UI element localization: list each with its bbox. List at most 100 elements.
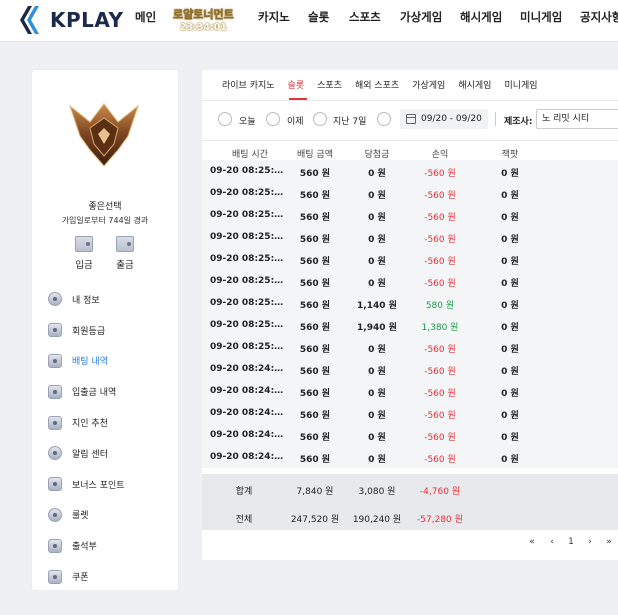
sidebar-item-attendance[interactable]: 출석부 xyxy=(48,530,176,561)
nav-slot[interactable]: 슬롯 xyxy=(308,9,329,25)
prev-page-button[interactable]: ‹ xyxy=(545,537,559,547)
cell-profit-loss: -560 원 xyxy=(424,191,456,201)
nav-hash-game[interactable]: 해시게임 xyxy=(460,9,502,25)
cell-bet-time: 09-20 08:25:… xyxy=(210,320,284,330)
provider-select[interactable]: 노 리밋 시티 xyxy=(536,109,618,129)
tab-slot[interactable]: 슬롯 xyxy=(288,78,305,98)
cell-bet-time: 09-20 08:24:… xyxy=(210,430,284,440)
wallet-icon xyxy=(75,236,93,252)
cell-bet-time: 09-20 08:25:… xyxy=(210,276,284,286)
radio-custom-range[interactable] xyxy=(377,112,391,126)
cell-bet-time: 09-20 08:25:… xyxy=(210,210,284,220)
deposit-label: 입금 xyxy=(75,260,93,271)
cell-bet-amount: 560 원 xyxy=(299,235,331,245)
sidebar-item-notifications[interactable]: 알림 센터 xyxy=(48,438,176,469)
member-days: 가입일로부터 744일 경과 xyxy=(61,216,149,225)
sidebar-item-bonus-points[interactable]: 보너스 포인트 xyxy=(48,469,176,500)
cell-win-amount: 0 원 xyxy=(368,345,386,355)
radio-last-7-days[interactable] xyxy=(313,112,327,126)
first-page-button[interactable]: « xyxy=(525,537,539,547)
col-bet-time: 배팅 시간 xyxy=(232,150,268,160)
cell-profit-loss: -560 원 xyxy=(424,257,456,267)
sidebar-item-member-grade[interactable]: 회원등급 xyxy=(48,315,176,346)
cell-profit-loss: 1,380 원 xyxy=(421,323,459,333)
referral-icon xyxy=(48,415,62,430)
tab-sports[interactable]: 스포츠 xyxy=(317,78,342,98)
cell-win-amount: 0 원 xyxy=(368,367,386,377)
withdraw-button[interactable]: 출금 xyxy=(113,236,137,271)
nav-virtual-game[interactable]: 가상게임 xyxy=(400,9,442,25)
cell-bet-amount: 560 원 xyxy=(299,411,331,421)
cell-profit-loss: 580 원 xyxy=(425,301,455,311)
cell-jackpot: 0 원 xyxy=(501,455,519,465)
sidebar-item-roulette[interactable]: 룰렛 xyxy=(48,500,176,531)
total-bet: 247,520 원 xyxy=(290,515,340,525)
logo-text: KPLAY xyxy=(50,8,124,32)
sidebar-item-bet-history[interactable]: 배팅 내역 xyxy=(48,346,176,377)
radio-today-label: 오늘 xyxy=(239,117,256,127)
table-row: 09-20 08:25:… 560 원 0 원 -560 원 0 원 xyxy=(202,182,618,204)
sidebar-item-my-info[interactable]: 내 정보 xyxy=(48,284,176,315)
cell-jackpot: 0 원 xyxy=(501,433,519,443)
sidebar-item-coupon[interactable]: 쿠폰 xyxy=(48,561,176,592)
cell-win-amount: 0 원 xyxy=(368,389,386,399)
tab-mini-game[interactable]: 미니게임 xyxy=(504,78,537,98)
cell-bet-time: 09-20 08:24:… xyxy=(210,408,284,418)
tab-overseas-sports[interactable]: 해외 스포츠 xyxy=(355,78,399,98)
table-row: 09-20 08:25:… 560 원 0 원 -560 원 0 원 xyxy=(202,270,618,292)
next-page-button[interactable]: › xyxy=(583,537,597,547)
cell-profit-loss: -560 원 xyxy=(424,389,456,399)
nav-notice[interactable]: 공지사항 xyxy=(580,9,618,25)
cell-jackpot: 0 원 xyxy=(501,191,519,201)
cell-win-amount: 0 원 xyxy=(368,257,386,267)
tabs-divider xyxy=(202,100,618,101)
cell-jackpot: 0 원 xyxy=(501,367,519,377)
date-range-picker[interactable]: 09/20 - 09/20 xyxy=(400,109,488,129)
table-row: 09-20 08:24:… 560 원 0 원 -560 원 0 원 xyxy=(202,446,618,468)
table-row: 09-20 08:25:… 560 원 0 원 -560 원 0 원 xyxy=(202,248,618,270)
rank-badge-icon xyxy=(68,103,140,167)
user-icon xyxy=(48,292,62,307)
nav-royal-tournament[interactable]: 로얄토너먼트 23:34:01 xyxy=(173,8,234,34)
cell-jackpot: 0 원 xyxy=(501,345,519,355)
cell-bet-amount: 560 원 xyxy=(299,345,331,355)
table-row: 09-20 08:25:… 560 원 0 원 -560 원 0 원 xyxy=(202,226,618,248)
filter-divider xyxy=(495,112,496,126)
kplay-logo[interactable]: KPLAY xyxy=(18,2,123,38)
total-win: 190,240 원 xyxy=(352,515,402,525)
radio-yesterday[interactable] xyxy=(266,112,280,126)
col-jackpot: 잭팟 xyxy=(501,150,519,160)
tab-virtual-game[interactable]: 가상게임 xyxy=(412,78,445,98)
tab-hash-game[interactable]: 해시게임 xyxy=(458,78,491,98)
cell-bet-time: 09-20 08:25:… xyxy=(210,342,284,352)
cell-bet-time: 09-20 08:24:… xyxy=(210,364,284,374)
tab-live-casino[interactable]: 라이브 카지노 xyxy=(222,78,275,98)
last-page-button[interactable]: » xyxy=(602,537,616,547)
cell-win-amount: 1,940 원 xyxy=(357,323,397,333)
page-1-button[interactable]: 1 xyxy=(564,537,578,547)
cell-jackpot: 0 원 xyxy=(501,169,519,179)
nav-mini-game[interactable]: 미니게임 xyxy=(520,9,562,25)
table-row: 09-20 08:24:… 560 원 0 원 -560 원 0 원 xyxy=(202,358,618,380)
cell-jackpot: 0 원 xyxy=(501,389,519,399)
nav-casino[interactable]: 카지노 xyxy=(258,9,290,25)
nav-main[interactable]: 메인 xyxy=(135,9,156,25)
cell-bet-time: 09-20 08:25:… xyxy=(210,188,284,198)
cell-bet-amount: 560 원 xyxy=(299,257,331,267)
cell-win-amount: 0 원 xyxy=(368,433,386,443)
sidebar-item-transactions[interactable]: 입출금 내역 xyxy=(48,376,176,407)
nav-sports[interactable]: 스포츠 xyxy=(349,9,381,25)
cell-bet-amount: 560 원 xyxy=(299,323,331,333)
sidebar-item-label: 출석부 xyxy=(72,542,97,553)
cell-bet-amount: 560 원 xyxy=(299,367,331,377)
mypage-sidebar: 좋은선택 가입일로부터 744일 경과 입금 출금 내 정보 회원등급 배팅 내… xyxy=(32,70,178,590)
cell-bet-time: 09-20 08:24:… xyxy=(210,386,284,396)
deposit-button[interactable]: 입금 xyxy=(72,236,96,271)
cell-win-amount: 1,140 원 xyxy=(357,301,397,311)
game-type-tabs: 라이브 카지노 슬롯 스포츠 해외 스포츠 가상게임 해시게임 미니게임 xyxy=(222,78,551,98)
top-header: KPLAY 메인 로얄토너먼트 23:34:01 카지노 슬롯 스포츠 가상게임… xyxy=(0,0,618,42)
cell-win-amount: 0 원 xyxy=(368,213,386,223)
radio-today[interactable] xyxy=(218,112,232,126)
cell-win-amount: 0 원 xyxy=(368,279,386,289)
sidebar-item-referral[interactable]: 지인 추천 xyxy=(48,407,176,438)
